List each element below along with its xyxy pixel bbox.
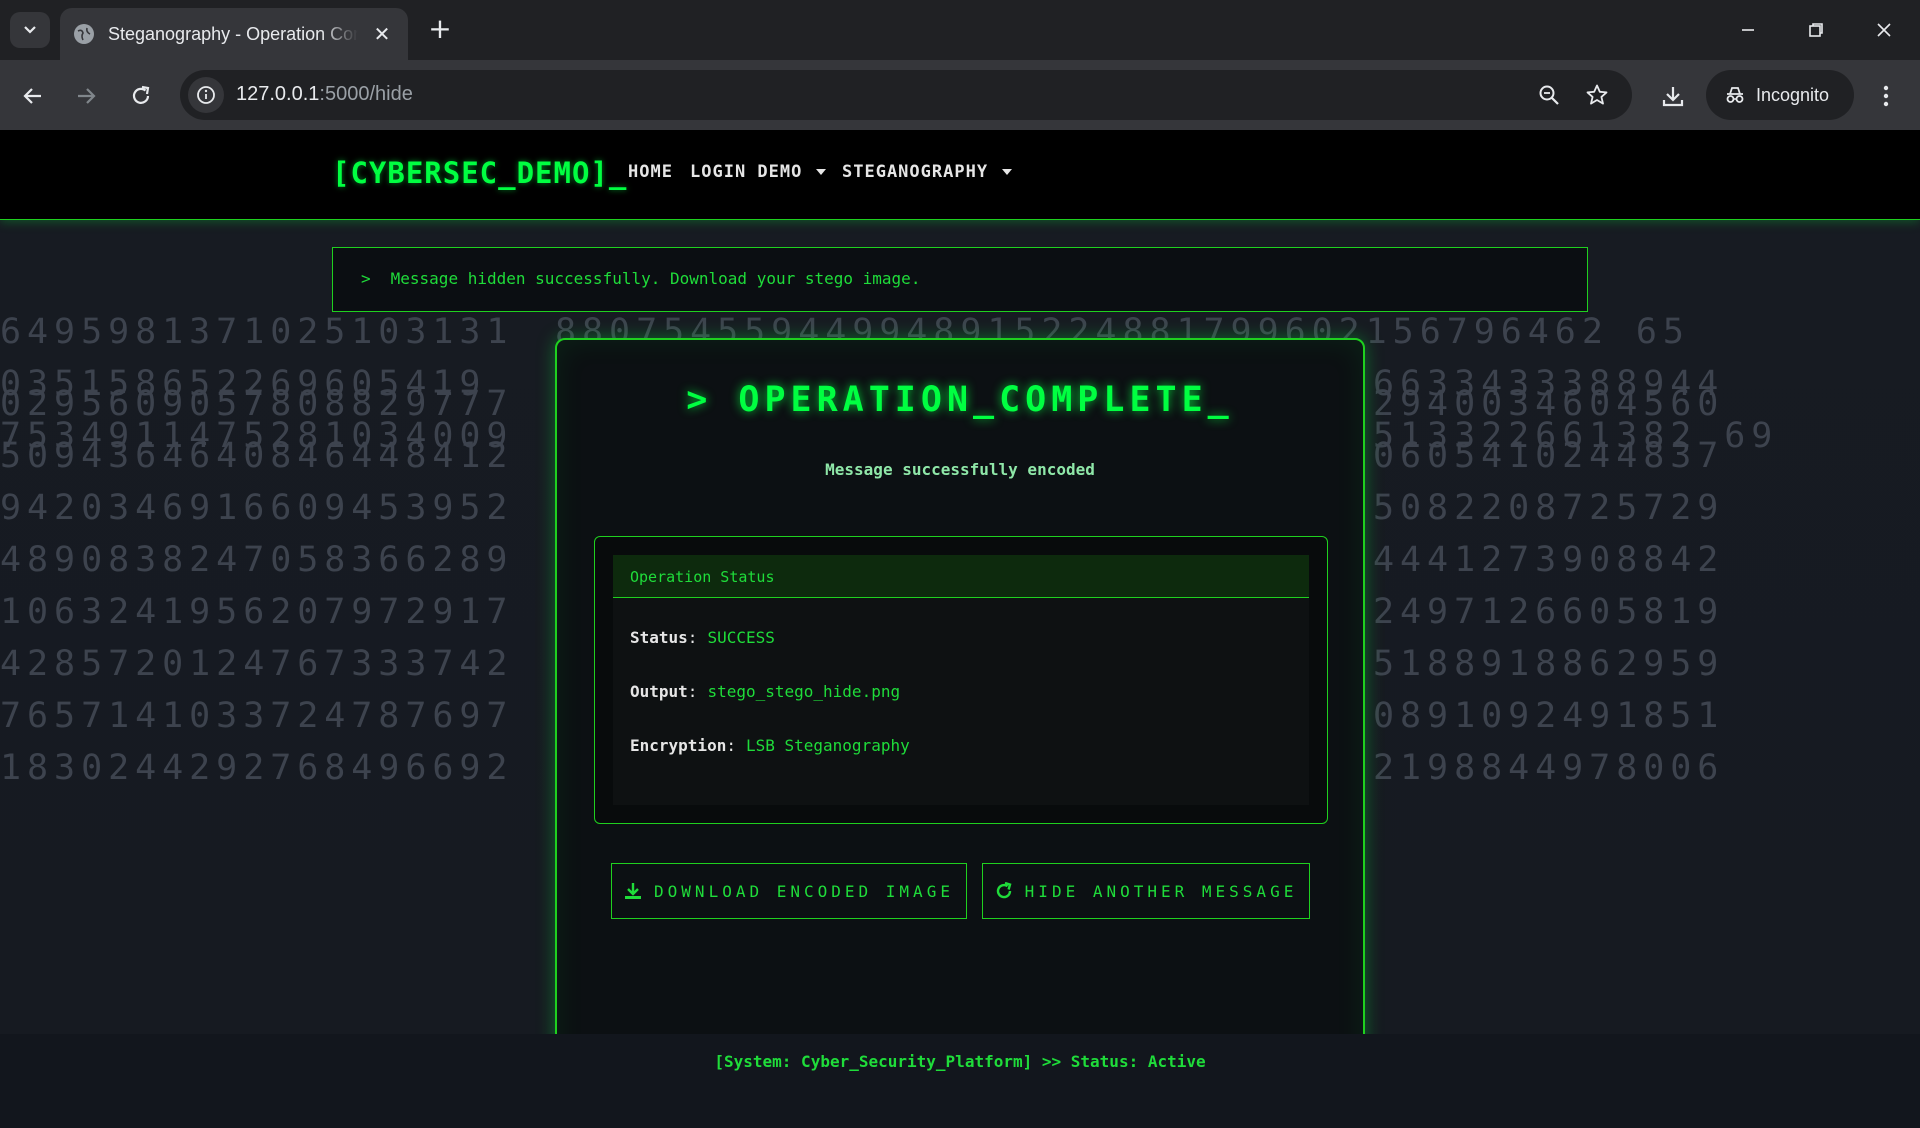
matrix-digit-row: 1063241956207972917 <box>0 592 514 632</box>
matrix-digit-row: 4441273908842 <box>1373 540 1725 580</box>
browser-menu-button[interactable] <box>1866 76 1906 116</box>
zoom-icon[interactable] <box>1537 83 1561 107</box>
matrix-background-left: 6495981371025103131 035158652269605419 029… <box>0 315 548 1015</box>
matrix-digit-row: 5082208725729 <box>1373 488 1725 528</box>
nav-login-demo-label: LOGIN DEMO <box>690 162 803 182</box>
close-tab-icon[interactable]: ✕ <box>370 22 394 46</box>
footer <box>0 1034 1920 1128</box>
alert-message: Message hidden successfully. Download yo… <box>390 269 921 288</box>
matrix-digit-row: 5188918862959 <box>1373 644 1725 684</box>
hide-another-button-label: HIDE ANOTHER MESSAGE <box>1024 881 1298 901</box>
status-header: Operation Status <box>613 555 1309 598</box>
output-row: Output: stego_stego_hide.png <box>630 682 900 701</box>
matrix-digit-row: 4890838247058366289 <box>0 540 514 580</box>
success-alert: > Message hidden successfully. Download y… <box>332 247 1588 312</box>
output-value: stego_stego_hide.png <box>707 682 901 701</box>
reload-icon <box>132 85 150 104</box>
browser-tab[interactable]: Steganography - Operation Complete ✕ <box>60 8 408 60</box>
incognito-indicator[interactable]: Incognito <box>1706 70 1854 120</box>
browser-tabstrip: Steganography - Operation Complete ✕ + <box>0 0 1920 60</box>
download-button-label: DOWNLOAD ENCODED IMAGE <box>654 881 954 901</box>
matrix-digit-row: 0891092491851 <box>1373 696 1725 736</box>
nav-home[interactable]: HOME <box>628 162 673 182</box>
encryption-separator: : <box>726 736 736 755</box>
minimize-button[interactable] <box>1724 10 1772 50</box>
brand-logo[interactable]: [CYBERSEC_DEMO]_ <box>332 156 627 190</box>
close-window-button[interactable] <box>1860 10 1908 50</box>
globe-icon <box>74 24 94 44</box>
nav-steganography-label: STEGANOGRAPHY <box>842 162 989 182</box>
page-viewport: 6495981371025103131 035158652269605419 029… <box>0 130 1920 1128</box>
status-separator: : <box>687 628 698 647</box>
chevron-down-icon <box>24 26 36 34</box>
redo-icon <box>996 882 1012 899</box>
url-text[interactable]: 127.0.0.1:5000/hide <box>236 83 413 106</box>
footer-status-text: [System: Cyber_Security_Platform] >> Sta… <box>714 1052 1206 1071</box>
reload-button[interactable] <box>121 76 161 116</box>
download-icon <box>625 883 642 899</box>
matrix-digit-row: 6495981371025103131 <box>0 315 514 352</box>
matrix-digit-row: 4285720124767333742 <box>0 644 514 684</box>
matrix-digit-row: 2198844978006 <box>1373 748 1725 788</box>
restore-button[interactable] <box>1792 10 1840 50</box>
operation-status-panel: Operation Status Status: SUCCESS Output: s… <box>594 536 1328 824</box>
caret-down-icon <box>1002 169 1013 175</box>
site-navbar: [CYBERSEC_DEMO]_ HOME LOGIN DEMO STEGANO… <box>0 130 1920 220</box>
status-key: Status <box>630 628 688 647</box>
download-icon <box>1662 87 1684 107</box>
more-vert-icon <box>1883 85 1889 107</box>
encryption-row: Encryption: LSB Steganography <box>630 736 910 755</box>
matrix-digit-row: 7657141033724787697 <box>0 696 514 736</box>
downloads-button[interactable] <box>1653 76 1693 116</box>
new-tab-button[interactable]: + <box>424 14 456 46</box>
url-path: :5000/hide <box>319 83 413 105</box>
matrix-digit-row: 0605410244837 <box>1373 436 1725 476</box>
forward-button[interactable] <box>66 76 106 116</box>
output-separator: : <box>687 682 698 701</box>
bookmark-star-icon[interactable] <box>1585 83 1609 107</box>
url-host: 127.0.0.1 <box>236 83 320 105</box>
output-key: Output <box>630 682 688 701</box>
arrow-left-icon <box>23 88 41 104</box>
encryption-value: LSB Steganography <box>745 736 910 755</box>
operation-card: > OPERATION_COMPLETE_ Message successful… <box>555 338 1365 1092</box>
matrix-digit-row: 9420346916609453952 <box>0 488 514 528</box>
back-button[interactable] <box>13 76 53 116</box>
arrow-right-icon <box>78 88 96 104</box>
hide-another-message-button[interactable]: HIDE ANOTHER MESSAGE <box>982 863 1310 919</box>
status-inner: Operation Status Status: SUCCESS Output: s… <box>613 555 1309 805</box>
incognito-icon <box>1726 87 1744 103</box>
incognito-label: Incognito <box>1756 84 1830 105</box>
matrix-digit-row: 1830244292768496692 <box>0 748 514 788</box>
matrix-digit-row: 2497126605819 <box>1373 592 1725 632</box>
encryption-key: Encryption <box>630 736 727 755</box>
download-encoded-image-button[interactable]: DOWNLOAD ENCODED IMAGE <box>611 863 967 919</box>
card-subtitle: Message successfully encoded <box>825 460 1095 479</box>
status-value: SUCCESS <box>707 628 775 647</box>
browser-toolbar: 127.0.0.1:5000/hide Incognito <box>0 60 1920 130</box>
nav-steganography[interactable]: STEGANOGRAPHY <box>842 162 1013 182</box>
nav-login-demo[interactable]: LOGIN DEMO <box>690 162 827 182</box>
alert-prompt: > <box>361 269 371 288</box>
tab-search-button[interactable] <box>10 12 50 48</box>
status-row: Status: SUCCESS <box>630 628 775 647</box>
card-title: > OPERATION_COMPLETE_ <box>686 380 1234 420</box>
caret-down-icon <box>816 169 827 175</box>
site-info-icon[interactable] <box>188 77 224 113</box>
tab-title: Steganography - Operation Complete <box>108 23 358 44</box>
matrix-digit-row: 5094364640846448412 <box>0 436 514 476</box>
address-bar[interactable]: 127.0.0.1:5000/hide <box>180 70 1632 120</box>
